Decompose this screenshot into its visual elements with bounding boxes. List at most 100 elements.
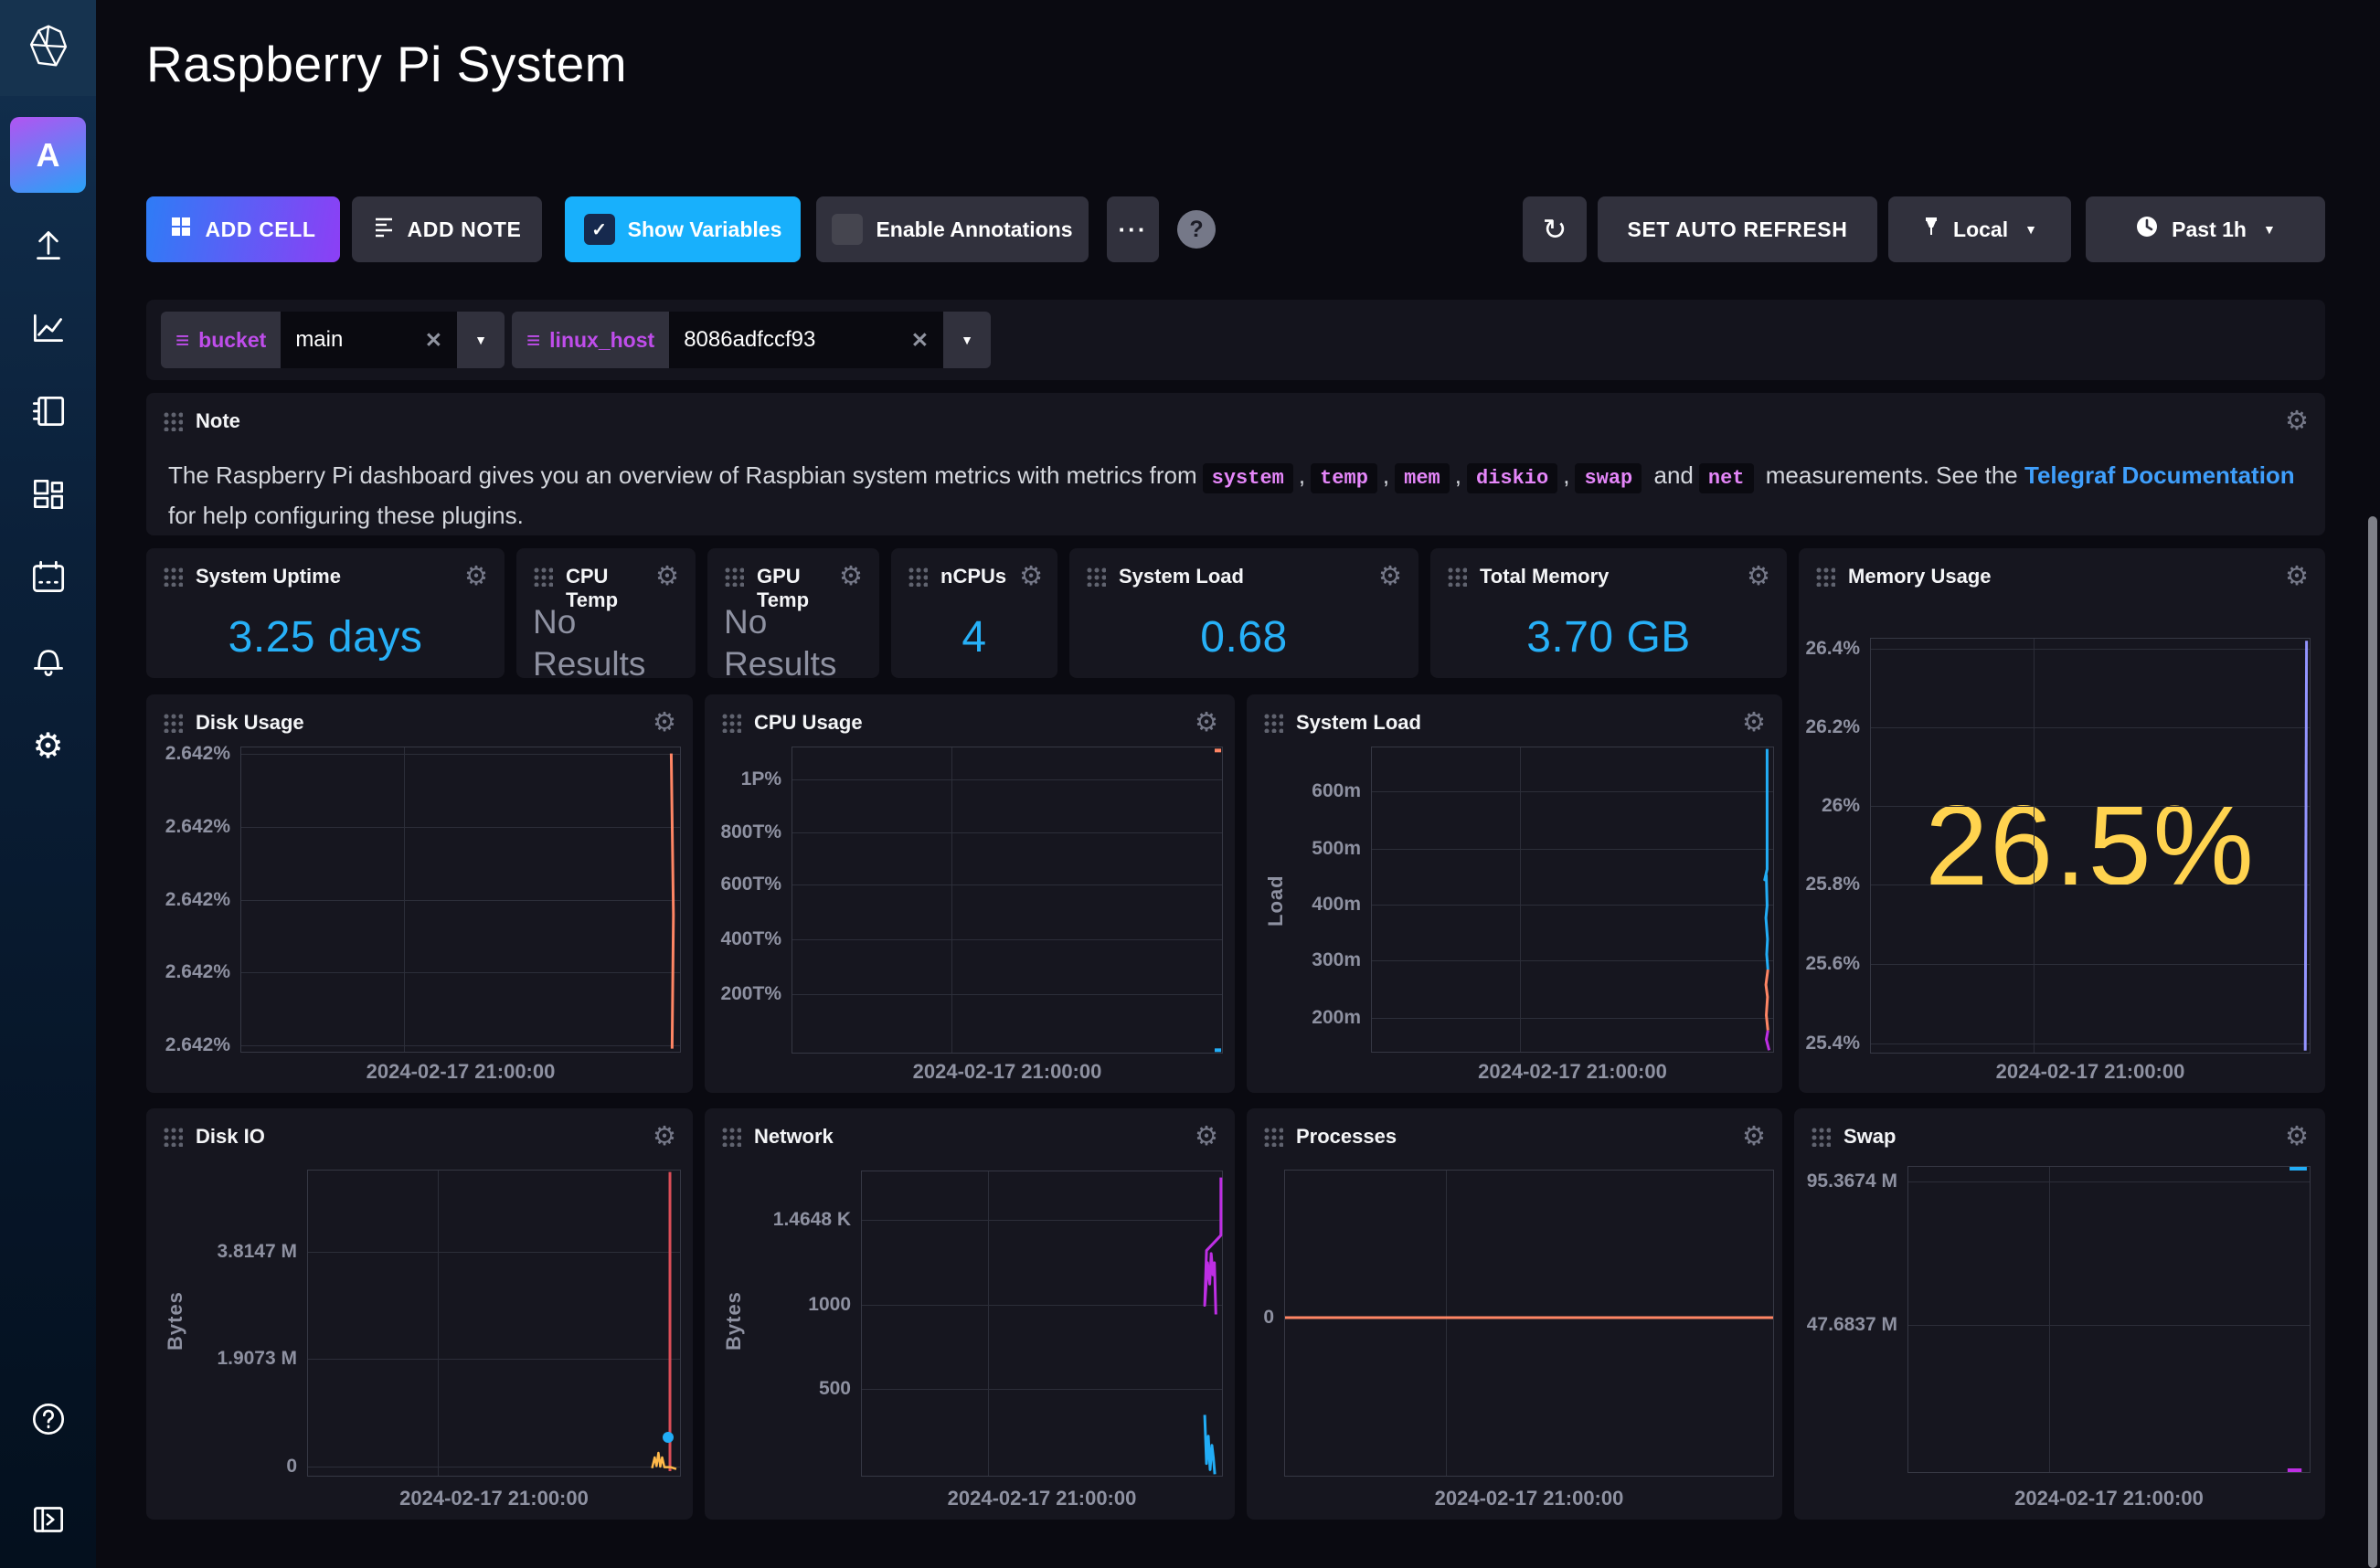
gear-icon[interactable]: ⚙ [1195,1125,1218,1149]
checkbox-unchecked-icon[interactable] [832,214,863,245]
drag-handle-icon[interactable] [908,567,928,587]
panel-title: Disk Usage [196,711,304,735]
chart-panel-swap: Swap⚙ 95.3674 M47.6837 M 2024-02-17 21:0… [1794,1108,2325,1520]
code-chip: system [1203,463,1293,493]
x-axis-label: 2024-02-17 21:00:00 [240,1060,681,1084]
panel-title: Note [196,409,240,433]
drag-handle-icon[interactable] [163,713,183,733]
add-cell-button[interactable]: ADD CELL [146,196,340,262]
time-range-dropdown[interactable]: Past 1h ▼ [2086,196,2325,262]
drag-handle-icon[interactable] [1263,713,1283,733]
y-tick-label: 2.642% [165,961,230,983]
gear-icon[interactable]: ⚙ [1747,565,1770,588]
sidebar-item-home[interactable] [0,0,96,96]
drag-handle-icon[interactable] [533,567,553,587]
plot-area[interactable]: 95.3674 M47.6837 M [1907,1166,2311,1473]
stat-cpu-temp: CPU Temp⚙ No Results [516,548,696,678]
sidebar-item-expand[interactable] [0,1489,96,1553]
plot-area[interactable]: 2.642%2.642%2.642%2.642%2.642% [240,747,681,1053]
gear-icon[interactable]: ⚙ [653,1125,676,1149]
plot-area[interactable]: 600m500m400m300m200m [1371,747,1774,1053]
no-results-text: No Results [724,601,870,685]
telegraf-documentation-link[interactable]: Telegraf Documentation [2024,461,2295,489]
expand-panel-icon [27,1499,69,1545]
check-mark: ✓ [591,218,607,241]
sidebar-item-alerts[interactable] [0,630,96,694]
timezone-dropdown[interactable]: Local ▼ [1888,196,2071,262]
x-axis-label: 2024-02-17 21:00:00 [1284,1487,1774,1510]
gear-icon[interactable]: ⚙ [464,565,488,588]
y-tick-label: 1.9073 M [217,1348,297,1370]
more-options-button[interactable]: ··· [1107,196,1159,262]
drag-handle-icon[interactable] [163,1127,183,1147]
set-auto-refresh-button[interactable]: SET AUTO REFRESH [1598,196,1877,262]
gear-icon[interactable]: ⚙ [2285,565,2309,588]
notebook-icon [27,390,69,437]
x-axis-label: 2024-02-17 21:00:00 [1371,1060,1774,1084]
variable-linux-host-dropdown[interactable]: ≡linux_host 8086adfccf93 ✕ ▼ [512,312,991,368]
drag-handle-icon[interactable] [163,411,183,431]
plot-area[interactable]: 3.8147 M1.9073 M0 [307,1170,681,1477]
enable-annotations-toggle[interactable]: Enable Annotations [816,196,1089,262]
drag-handle-icon[interactable] [721,713,741,733]
x-axis-label: 2024-02-17 21:00:00 [792,1060,1223,1084]
chevron-down-icon[interactable]: ▼ [457,312,505,368]
gear-icon[interactable]: ⚙ [2285,409,2309,433]
pin-icon [1922,216,1940,243]
clear-icon[interactable]: ✕ [425,328,442,353]
gear-icon[interactable]: ⚙ [655,565,679,588]
chart-panel-processes: Processes⚙ 0 2024-02-17 21:00:00 [1247,1108,1782,1520]
time-range-label: Past 1h [2172,217,2247,242]
clear-icon[interactable]: ✕ [911,328,929,353]
sidebar-item-notebooks[interactable] [0,381,96,445]
stat-value: 3.25 days [146,596,505,678]
variable-name: linux_host [549,328,654,353]
drag-handle-icon[interactable] [1811,1127,1831,1147]
gear-icon[interactable]: ⚙ [1742,1125,1766,1149]
gear-icon[interactable]: ⚙ [1378,565,1402,588]
variable-icon: ≡ [526,326,540,355]
sidebar-item-data-explorer[interactable] [0,298,96,362]
enable-annotations-label: Enable Annotations [876,217,1072,242]
gear-icon[interactable]: ⚙ [1195,711,1218,735]
gear-icon[interactable]: ⚙ [1019,565,1043,588]
plot-area[interactable]: 0 [1284,1170,1774,1477]
plot-area[interactable]: 26.5% 26.4%26.2%26%25.8%25.6%25.4% [1870,638,2311,1054]
add-note-button[interactable]: ADD NOTE [352,196,542,262]
drag-handle-icon[interactable] [1815,567,1835,587]
sidebar-item-dashboards[interactable] [0,464,96,528]
panel-title: System Uptime [196,565,341,588]
drag-handle-icon[interactable] [1086,567,1106,587]
x-axis-label: 2024-02-17 21:00:00 [307,1487,681,1510]
gear-icon[interactable]: ⚙ [653,711,676,735]
plot-area[interactable]: 1P%800T%600T%400T%200T% [792,747,1223,1054]
gear-icon[interactable]: ⚙ [839,565,863,588]
y-tick-label: 26.2% [1805,716,1860,738]
drag-handle-icon[interactable] [724,567,744,587]
manual-refresh-button[interactable]: ↻ [1523,196,1587,262]
drag-handle-icon[interactable] [1263,1127,1283,1147]
drag-handle-icon[interactable] [721,1127,741,1147]
y-tick-label: 400m [1312,894,1361,916]
drag-handle-icon[interactable] [163,567,183,587]
sidebar-item-settings[interactable]: ⚙ [0,714,96,778]
chevron-down-icon[interactable]: ▼ [943,312,991,368]
add-cell-grid-icon [170,216,192,243]
plot-area[interactable]: 1.4648 K1000500 [861,1171,1223,1477]
avatar[interactable]: A [10,117,86,193]
variables-bar: ≡bucket main ✕ ▼ ≡linux_host 8086adfccf9… [146,300,2325,380]
help-button[interactable]: ? [1177,210,1216,249]
gear-icon[interactable]: ⚙ [1742,711,1766,735]
y-tick-label: 600T% [720,874,781,895]
checkbox-checked-icon[interactable]: ✓ [584,214,615,245]
sidebar-item-help[interactable] [0,1389,96,1453]
variable-bucket-dropdown[interactable]: ≡bucket main ✕ ▼ [161,312,505,368]
gear-icon[interactable]: ⚙ [2285,1125,2309,1149]
y-tick-label: 2.642% [165,889,230,911]
scrollbar-thumb[interactable] [2368,516,2377,1568]
drag-handle-icon[interactable] [1447,567,1467,587]
sidebar-item-tasks[interactable] [0,547,96,611]
show-variables-toggle[interactable]: ✓ Show Variables [565,196,801,262]
y-tick-label: 1P% [741,768,781,790]
sidebar-item-upload[interactable] [0,215,96,279]
